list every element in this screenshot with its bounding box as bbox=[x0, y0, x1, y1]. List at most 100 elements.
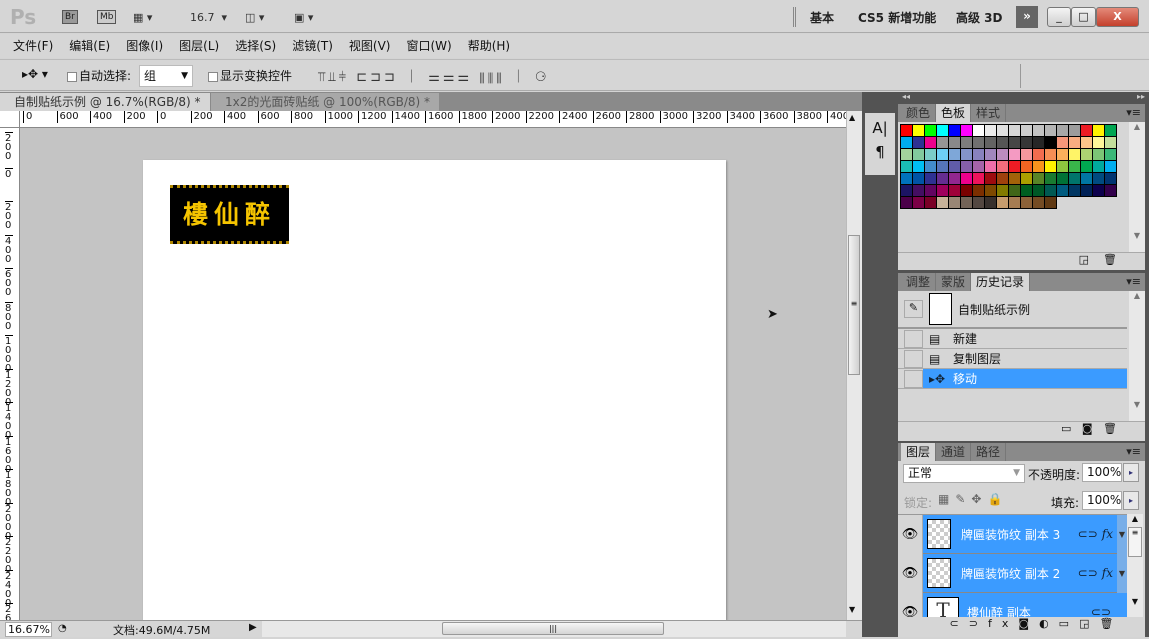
layer-row[interactable]: 👁 牌匾装饰纹 副本 3 ⊂⊃ fx ▼ bbox=[898, 515, 1127, 554]
swatch[interactable] bbox=[973, 161, 985, 173]
swatch[interactable] bbox=[937, 161, 949, 173]
blend-mode-dropdown[interactable]: 正常 ▼ bbox=[903, 464, 1025, 483]
swatch[interactable] bbox=[1069, 185, 1081, 197]
tab-history[interactable]: 历史记录 bbox=[971, 273, 1031, 291]
swatch[interactable] bbox=[937, 137, 949, 149]
workspace-essentials[interactable]: 基本 bbox=[810, 9, 834, 26]
swatch[interactable] bbox=[961, 125, 973, 137]
swatch[interactable] bbox=[997, 161, 1009, 173]
snapshot-brush-icon[interactable]: ✎ bbox=[904, 300, 923, 318]
swatch[interactable] bbox=[1033, 137, 1045, 149]
swatch[interactable] bbox=[937, 125, 949, 137]
swatch[interactable] bbox=[1057, 125, 1069, 137]
swatch[interactable] bbox=[925, 125, 937, 137]
panel-menu-icon[interactable]: ▾≡ bbox=[1126, 273, 1145, 291]
swatch[interactable] bbox=[1021, 185, 1033, 197]
tab-styles[interactable]: 样式 bbox=[971, 104, 1007, 122]
swatch[interactable] bbox=[1033, 125, 1045, 137]
swatch[interactable] bbox=[1033, 149, 1045, 161]
expand-effects-icon[interactable]: ▼ bbox=[1117, 553, 1127, 593]
swatch[interactable] bbox=[901, 197, 913, 209]
swatch[interactable] bbox=[1045, 185, 1057, 197]
scroll-up-icon[interactable]: ▲ bbox=[849, 113, 855, 122]
status-menu-arrow[interactable]: ▶ bbox=[249, 622, 257, 633]
swatch[interactable] bbox=[901, 185, 913, 197]
swatch[interactable] bbox=[1069, 125, 1081, 137]
menu-select[interactable]: 选择(S) bbox=[235, 34, 276, 58]
adjustment-layer-icon[interactable]: ◐ bbox=[1039, 617, 1059, 630]
lock-icons[interactable]: ▦✎✥🔒 bbox=[938, 492, 1008, 506]
swatch[interactable] bbox=[1105, 161, 1117, 173]
add-mask-icon[interactable]: ◙ bbox=[1018, 617, 1039, 630]
swatch[interactable] bbox=[1045, 161, 1057, 173]
swatch[interactable] bbox=[985, 137, 997, 149]
new-layer-icon[interactable]: ◲ bbox=[1079, 617, 1099, 630]
swatch[interactable] bbox=[1021, 161, 1033, 173]
mini-bridge-button[interactable]: Mb bbox=[97, 10, 117, 24]
restore-button[interactable]: □ bbox=[1071, 7, 1096, 27]
expand-effects-icon[interactable]: ▼ bbox=[1117, 515, 1127, 554]
delete-state-icon[interactable]: 🗑 bbox=[1103, 422, 1117, 435]
swatch[interactable] bbox=[961, 197, 973, 209]
menu-edit[interactable]: 编辑(E) bbox=[69, 34, 110, 58]
swatch[interactable] bbox=[1081, 185, 1093, 197]
history-item[interactable]: ▤ 复制图层 bbox=[898, 349, 1127, 369]
swatch[interactable] bbox=[997, 197, 1009, 209]
swatch[interactable] bbox=[1093, 137, 1105, 149]
menu-image[interactable]: 图像(I) bbox=[126, 34, 163, 58]
swatch[interactable] bbox=[913, 173, 925, 185]
swatch[interactable] bbox=[961, 185, 973, 197]
align-buttons[interactable]: ⫪⫫⫩ ⊏⊐⊐ ｜ ⚌⚌⚌ ⫴⫴⫴ ｜ ⚆ bbox=[318, 66, 550, 85]
swatch[interactable] bbox=[949, 125, 961, 137]
swatch[interactable] bbox=[1093, 185, 1105, 197]
menu-layer[interactable]: 图层(L) bbox=[179, 34, 219, 58]
swatch[interactable] bbox=[901, 161, 913, 173]
swatch[interactable] bbox=[1105, 173, 1117, 185]
swatch[interactable] bbox=[937, 149, 949, 161]
swatch[interactable] bbox=[1069, 173, 1081, 185]
swatch[interactable] bbox=[949, 161, 961, 173]
tab-paths[interactable]: 路径 bbox=[971, 443, 1007, 461]
swatch[interactable] bbox=[1021, 149, 1033, 161]
swatch[interactable] bbox=[973, 149, 985, 161]
swatch[interactable] bbox=[1033, 173, 1045, 185]
swatch[interactable] bbox=[1081, 173, 1093, 185]
swatch[interactable] bbox=[901, 173, 913, 185]
new-snapshot-icon[interactable]: ◙ bbox=[1082, 422, 1093, 435]
tab-swatches[interactable]: 色板 bbox=[936, 104, 972, 122]
swatch[interactable] bbox=[1057, 161, 1069, 173]
swatch[interactable] bbox=[1045, 137, 1057, 149]
swatch[interactable] bbox=[1009, 125, 1021, 137]
bridge-button[interactable]: Br bbox=[62, 10, 78, 24]
tab-document-2[interactable]: 1x2的光面砖贴纸 @ 100%(RGB/8) *✕ bbox=[211, 93, 439, 128]
swatch[interactable] bbox=[1021, 173, 1033, 185]
swatch[interactable] bbox=[913, 149, 925, 161]
swatch[interactable] bbox=[973, 185, 985, 197]
swatch[interactable] bbox=[961, 137, 973, 149]
swatch[interactable] bbox=[925, 197, 937, 209]
swatch[interactable] bbox=[985, 185, 997, 197]
history-item[interactable]: ▤ 新建 bbox=[898, 329, 1127, 349]
scroll-down-icon[interactable]: ▼ bbox=[849, 605, 855, 614]
move-tool-preset-picker[interactable]: ▸✥ ▾ bbox=[22, 67, 48, 81]
zoom-field[interactable]: 16.67% bbox=[5, 622, 52, 637]
panel-menu-icon[interactable]: ▾≡ bbox=[1126, 443, 1145, 461]
swatch[interactable] bbox=[1021, 137, 1033, 149]
swatch[interactable] bbox=[985, 149, 997, 161]
swatch[interactable] bbox=[1009, 185, 1021, 197]
minimize-button[interactable]: _ bbox=[1047, 7, 1071, 27]
tab-masks[interactable]: 蒙版 bbox=[936, 273, 972, 291]
swatch[interactable] bbox=[985, 173, 997, 185]
swatch[interactable] bbox=[985, 125, 997, 137]
swatch[interactable] bbox=[1045, 149, 1057, 161]
swatch[interactable] bbox=[937, 173, 949, 185]
swatch[interactable] bbox=[1057, 137, 1069, 149]
swatch[interactable] bbox=[1045, 125, 1057, 137]
swatch[interactable] bbox=[937, 197, 949, 209]
swatch[interactable] bbox=[997, 149, 1009, 161]
swatch[interactable] bbox=[1069, 161, 1081, 173]
link-layers-icon[interactable]: ⊂⊃ bbox=[950, 617, 988, 630]
swatch[interactable] bbox=[1105, 137, 1117, 149]
panel-menu-icon[interactable]: ▾≡ bbox=[1126, 104, 1145, 122]
swatch[interactable] bbox=[961, 149, 973, 161]
